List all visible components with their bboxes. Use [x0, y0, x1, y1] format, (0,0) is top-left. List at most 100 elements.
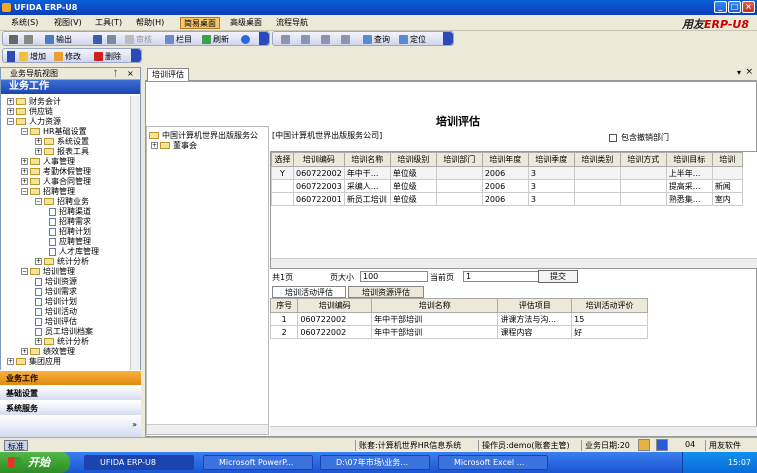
input-method[interactable]: 标准	[4, 440, 28, 451]
current-page-input[interactable]: 1	[463, 271, 548, 282]
section-business-work[interactable]: 业务工作	[0, 370, 141, 385]
query-button[interactable]: 查询	[363, 34, 390, 45]
nav-tree-item[interactable]: + 集团应用	[7, 357, 61, 367]
last-icon[interactable]	[341, 34, 352, 45]
expand-icon[interactable]: +	[35, 258, 42, 265]
toolbar-grip[interactable]	[131, 49, 141, 62]
start-button[interactable]: 开始	[0, 452, 70, 473]
nav-tree-item[interactable]: 招聘计划	[49, 227, 91, 237]
add-button[interactable]: 增加	[19, 51, 46, 62]
print-icon[interactable]	[9, 34, 20, 45]
toolbar-grip[interactable]	[443, 32, 453, 45]
collapse-icon[interactable]: −	[21, 268, 28, 275]
minimize-button[interactable]: _	[714, 1, 727, 13]
column-header[interactable]: 培训	[711, 152, 743, 167]
nav-tree-item[interactable]: 培训评估	[35, 317, 77, 327]
column-header[interactable]: 培训活动评价	[571, 298, 648, 313]
nav-tree-item[interactable]: 培训资源	[35, 277, 77, 287]
table-row[interactable]: 060722001 新员工培训 单位级 2006 3 熟悉集... 室内	[271, 192, 743, 206]
nav-tree-item[interactable]: + 系统设置	[35, 137, 89, 147]
nav-tree-item[interactable]: + 考勤休假管理	[21, 167, 91, 177]
nav-tree-item[interactable]: 招聘渠道	[49, 207, 91, 217]
column-header[interactable]: 培训年度	[481, 152, 529, 167]
column-header[interactable]: 序号	[269, 298, 299, 313]
locate-button[interactable]: 定位	[399, 34, 426, 45]
expand-icon[interactable]: +	[7, 108, 14, 115]
nav-tree-item[interactable]: + 人事管理	[21, 157, 75, 167]
chevron-down-icon[interactable]: »	[132, 420, 137, 429]
tab-resource-evaluation[interactable]: 培训资源评估	[348, 286, 424, 298]
table-row[interactable]: Y 060722002 年中干... 单位级 2006 3 上半年...	[271, 166, 743, 180]
menu-advanced-desktop[interactable]: 高级桌面	[227, 17, 265, 29]
expand-icon[interactable]: +	[35, 148, 42, 155]
table-row[interactable]: 060722003 采编人... 单位级 2006 3 提高采... 新闻	[271, 179, 743, 193]
submit-button[interactable]: 提交	[538, 270, 578, 283]
collapse-icon[interactable]: −	[7, 118, 14, 125]
expand-icon[interactable]: +	[21, 158, 28, 165]
tab-activity-evaluation[interactable]: 培训活动评估	[272, 286, 346, 298]
delete-button[interactable]: 删除	[94, 51, 121, 62]
output-button[interactable]: 输出	[45, 34, 72, 45]
nav-tree-item[interactable]: + 报表工具	[35, 147, 89, 157]
column-header[interactable]: 培训部门	[435, 152, 483, 167]
column-header[interactable]: 培训名称	[371, 298, 499, 313]
org-root[interactable]: 中国计算机世界出版服务公	[149, 131, 258, 141]
audit-button[interactable]: 审核	[125, 34, 152, 45]
collapse-icon[interactable]: −	[21, 188, 28, 195]
column-header[interactable]: 培训编码	[293, 152, 345, 167]
column-header[interactable]: 培训级别	[389, 152, 437, 167]
org-tree-hscroll[interactable]	[147, 424, 268, 434]
export-icon[interactable]	[107, 34, 118, 45]
pin-icon[interactable]: ᛏ	[113, 68, 118, 80]
org-child[interactable]: + 董事会	[151, 141, 197, 151]
tab-dropdown-icon[interactable]: ▾	[737, 68, 741, 77]
expand-icon[interactable]: +	[21, 348, 28, 355]
table-row[interactable]: 2 060722002 年中干部培训 课程内容好	[269, 325, 648, 339]
nav-tree-item[interactable]: + 绩效管理	[21, 347, 75, 357]
nav-tree-item[interactable]: 培训活动	[35, 307, 77, 317]
task-explorer[interactable]: D:\07年市场\业务...	[320, 455, 430, 470]
task-excel[interactable]: Microsoft Excel ...	[438, 455, 548, 470]
nav-tree-item[interactable]: − HR基础设置	[21, 127, 87, 137]
nav-tree-item[interactable]: 员工培训档案	[35, 327, 93, 337]
tab-close-icon[interactable]: ×	[745, 67, 753, 77]
menu-simple-desktop[interactable]: 简易桌面	[180, 17, 220, 29]
section-basic-settings[interactable]: 基础设置	[0, 385, 141, 400]
section-system-service[interactable]: 系统服务	[0, 400, 141, 415]
menu-view[interactable]: 视图(V)	[51, 17, 85, 29]
nav-tree-item[interactable]: + 供应链	[7, 107, 53, 117]
task-powerpoint[interactable]: Microsoft PowerP...	[203, 455, 313, 470]
close-button[interactable]: ×	[742, 1, 755, 13]
column-header[interactable]: 培训方式	[619, 152, 667, 167]
expand-icon[interactable]: +	[7, 98, 14, 105]
nav-tree-item[interactable]: + 财务会计	[7, 97, 61, 107]
edit-button[interactable]: 修改	[54, 51, 81, 62]
column-header[interactable]: 评估项目	[497, 298, 573, 313]
next-icon[interactable]	[321, 34, 332, 45]
nav-tree-item[interactable]: + 统计分析	[35, 337, 89, 347]
notify-icon[interactable]	[638, 439, 650, 451]
expand-icon[interactable]: +	[35, 338, 42, 345]
table-row[interactable]: 1 060722002 年中干部培训 讲课方法与沟... 15	[269, 312, 648, 326]
grid-hscroll[interactable]	[271, 258, 757, 268]
menu-process-nav[interactable]: 流程导航	[273, 17, 311, 29]
collapse-icon[interactable]: −	[35, 198, 42, 205]
column-header[interactable]: 培训季度	[527, 152, 575, 167]
nav-tree-item[interactable]: 培训计划	[35, 297, 77, 307]
tab-training-evaluation[interactable]: 培训评估	[147, 68, 189, 81]
column-header[interactable]: 选择	[271, 152, 294, 167]
save-icon[interactable]	[93, 34, 104, 45]
column-header[interactable]: 培训目标	[665, 152, 713, 167]
menu-system[interactable]: 系统(S)	[8, 17, 41, 29]
nav-close-icon[interactable]: ×	[127, 68, 134, 80]
first-icon[interactable]	[281, 34, 292, 45]
columns-button[interactable]: 栏目	[165, 34, 192, 45]
expand-icon[interactable]: +	[7, 358, 14, 365]
maximize-button[interactable]: □	[728, 1, 741, 13]
nav-tree-item[interactable]: 人才库管理	[49, 247, 99, 257]
nav-tree-item[interactable]: − 人力资源	[7, 117, 61, 127]
nav-tree-item[interactable]: + 统计分析	[35, 257, 89, 267]
nav-tree-item[interactable]: − 培训管理	[21, 267, 75, 277]
help-icon[interactable]	[656, 439, 668, 451]
help-icon[interactable]	[241, 34, 252, 45]
